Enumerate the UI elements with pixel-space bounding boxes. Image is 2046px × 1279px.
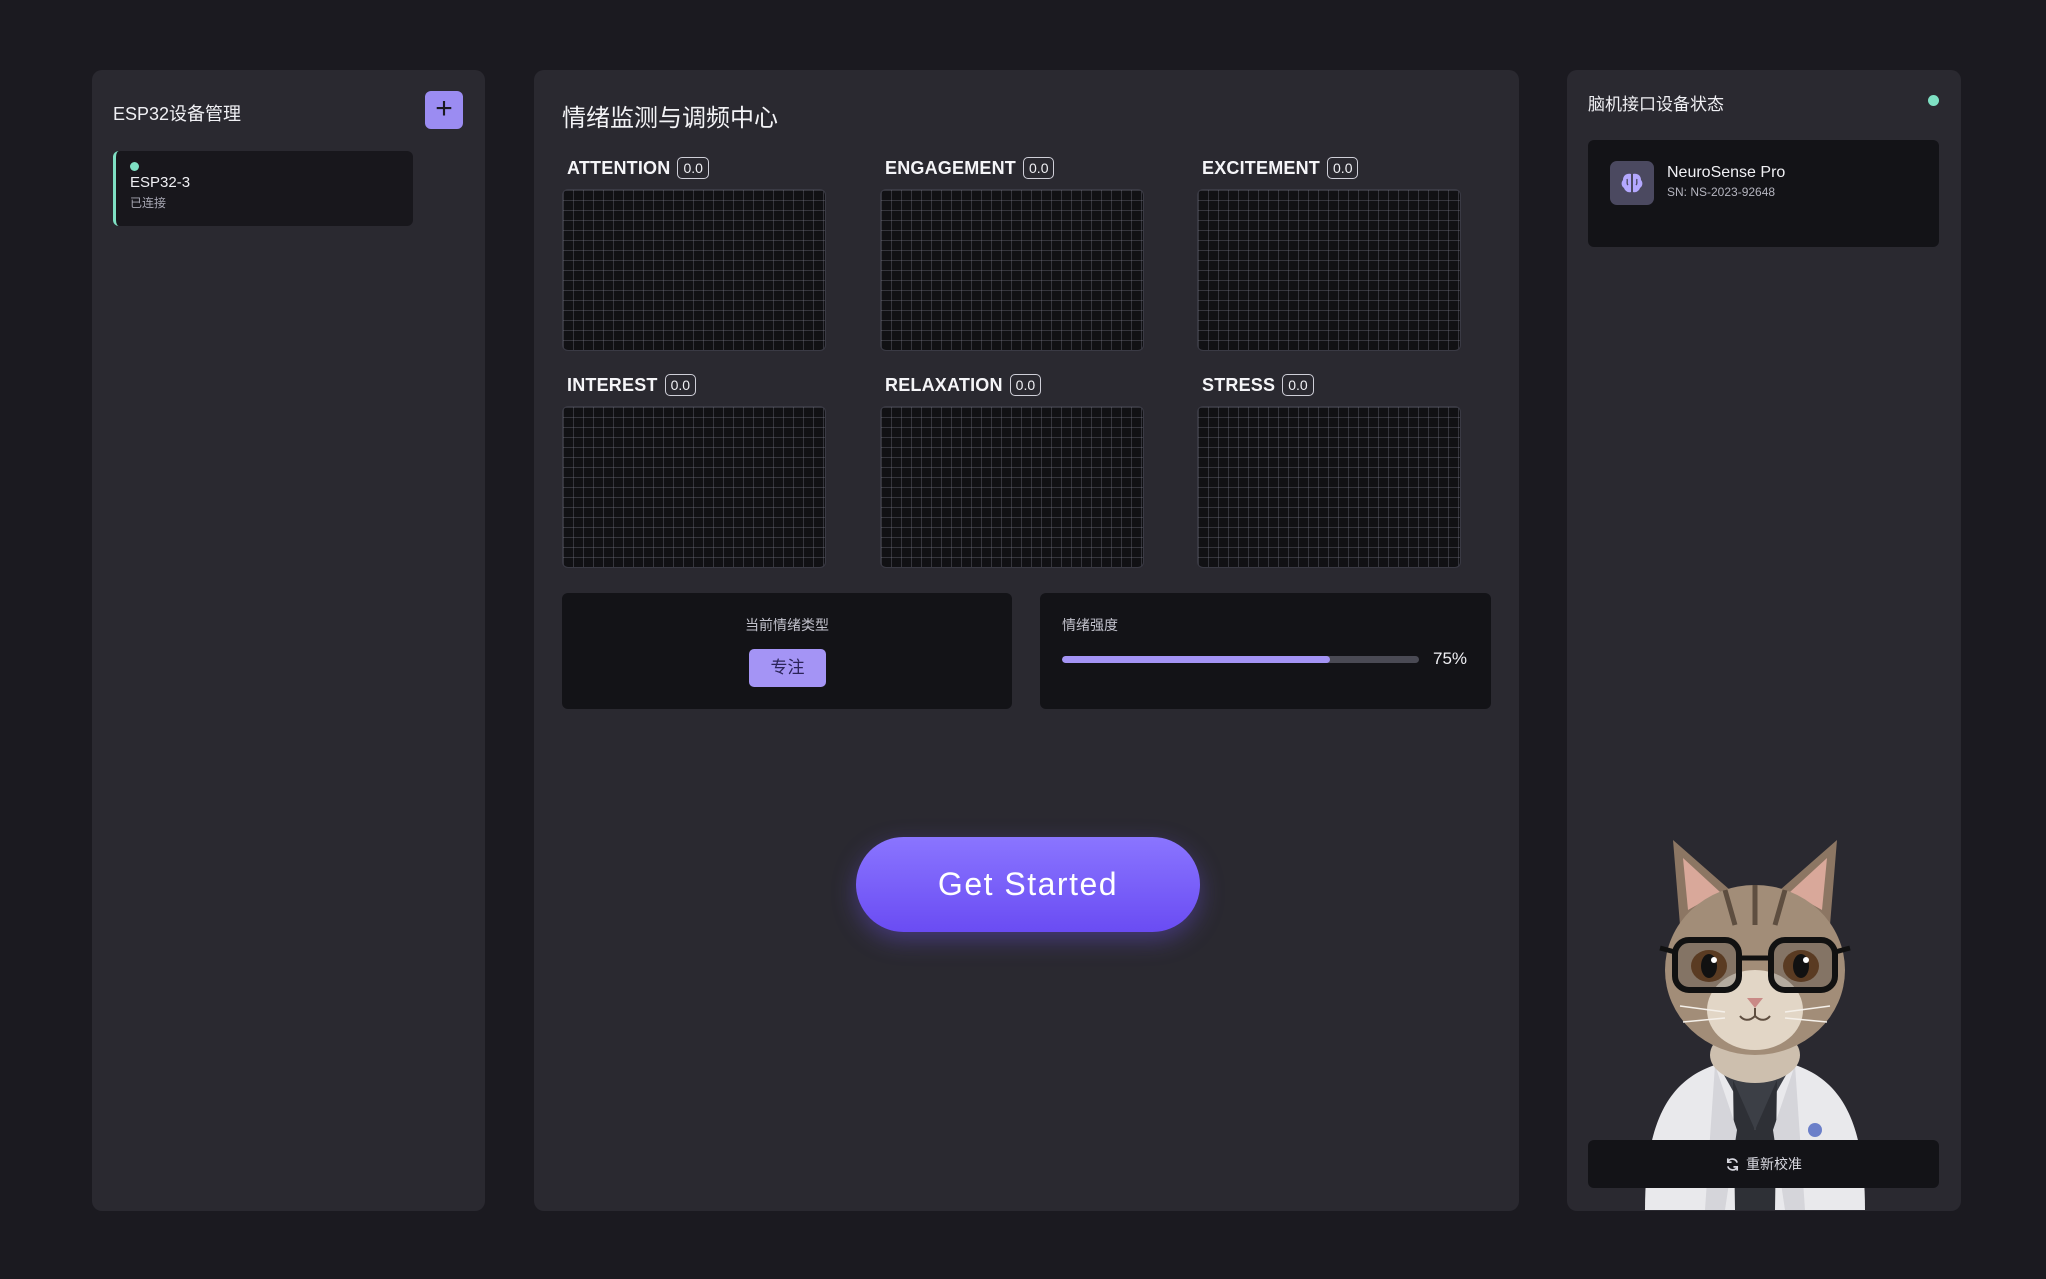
metric-label: STRESS <box>1202 374 1276 395</box>
metric-value-badge: 0.0 <box>1023 157 1055 179</box>
bci-device-name: NeuroSense Pro <box>1667 164 1786 181</box>
recalibrate-button[interactable]: 重新校准 <box>1588 1140 1939 1188</box>
add-device-button[interactable]: + <box>425 91 463 129</box>
intensity-label: 情绪强度 <box>1062 617 1118 633</box>
brain-icon <box>1610 161 1654 205</box>
device-management-panel: ESP32设备管理 + ESP32-3 已连接 <box>92 70 485 1211</box>
metric-label: INTEREST <box>567 374 658 395</box>
emotion-type-badge: 专注 <box>749 649 826 687</box>
device-status: 已连接 <box>130 196 167 210</box>
page-title: 情绪监测与调频中心 <box>562 105 778 132</box>
emotion-monitor-panel: 情绪监测与调频中心 ATTENTION 0.0 ENGAGEMENT 0.0 E… <box>534 70 1519 1211</box>
bci-serial-number: SN: NS-2023-92648 <box>1667 185 1776 199</box>
bci-device-card: NeuroSense Pro SN: NS-2023-92648 <box>1588 140 1939 247</box>
stress-chart <box>1197 406 1461 568</box>
emotion-intensity-card: 情绪强度 75% <box>1040 593 1491 709</box>
metric-attention: ATTENTION 0.0 <box>562 154 826 351</box>
metric-value-badge: 0.0 <box>1009 374 1042 396</box>
engagement-chart <box>880 189 1144 351</box>
intensity-percent: 75% <box>1433 649 1468 668</box>
metric-value-badge: 0.0 <box>1282 374 1314 396</box>
excitement-chart <box>1197 189 1461 351</box>
attention-chart <box>562 189 826 351</box>
current-emotion-label: 当前情绪类型 <box>745 617 829 633</box>
metric-relaxation: RELAXATION 0.0 <box>880 371 1144 568</box>
device-name: ESP32-3 <box>130 174 191 191</box>
refresh-icon <box>1726 1157 1739 1171</box>
bci-status-panel: 脑机接口设备状态 NeuroSense Pro SN: NS-2023-9264… <box>1567 70 1961 1211</box>
metric-label: ATTENTION <box>567 157 671 178</box>
connected-status-dot <box>130 162 139 171</box>
intensity-progress-fill <box>1062 656 1330 663</box>
metric-label: EXCITEMENT <box>1202 157 1321 178</box>
device-management-title: ESP32设备管理 <box>113 104 242 124</box>
intensity-progress-bar <box>1062 656 1419 663</box>
metric-interest: INTEREST 0.0 <box>562 371 826 568</box>
metric-label: ENGAGEMENT <box>885 157 1017 178</box>
metric-value-badge: 0.0 <box>664 374 697 396</box>
online-status-dot <box>1928 95 1939 106</box>
device-card[interactable]: ESP32-3 已连接 <box>113 151 413 226</box>
recalibrate-label: 重新校准 <box>1746 1156 1802 1172</box>
current-emotion-card: 当前情绪类型 专注 <box>562 593 1012 709</box>
metric-label: RELAXATION <box>885 374 1003 395</box>
relaxation-chart <box>880 406 1144 568</box>
get-started-button[interactable]: Get Started <box>856 837 1200 932</box>
metric-value-badge: 0.0 <box>1327 157 1359 179</box>
interest-chart <box>562 406 826 568</box>
metric-excitement: EXCITEMENT 0.0 <box>1197 154 1461 351</box>
metric-value-badge: 0.0 <box>677 157 709 179</box>
metric-engagement: ENGAGEMENT 0.0 <box>880 154 1144 351</box>
bci-status-title: 脑机接口设备状态 <box>1588 95 1724 114</box>
metric-stress: STRESS 0.0 <box>1197 371 1461 568</box>
